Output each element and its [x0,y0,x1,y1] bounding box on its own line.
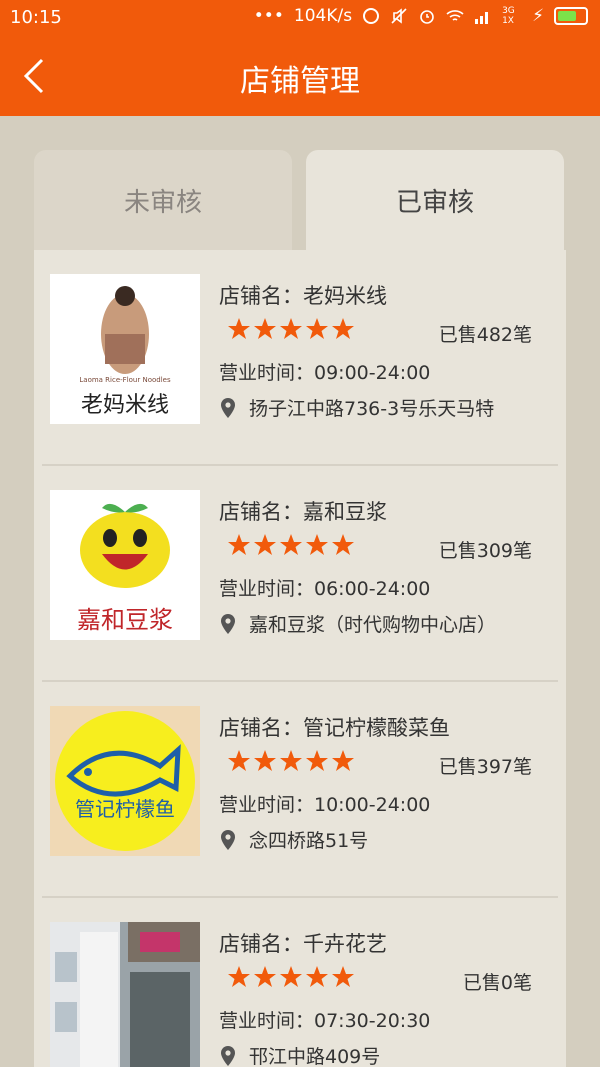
store-item[interactable]: Laoma Rice-Flour Noodles 老妈米线 店铺名：老妈米线 已… [34,250,566,466]
star-icon [228,750,250,771]
star-icon [280,750,302,771]
business-hours: 营业时间：06:00-24:00 [219,578,431,600]
star-icon [332,966,354,987]
sold-count: 已售309笔 [438,540,532,562]
logo-text: 老妈米线 [81,393,169,418]
star-icon [228,318,250,339]
rating-stars [227,965,355,989]
charging-icon: ⚡ [532,6,544,26]
alarm-icon [420,10,434,24]
store-list: Laoma Rice-Flour Noodles 老妈米线 店铺名：老妈米线 已… [34,250,566,1067]
store-logo: 嘉和豆浆 [50,490,200,640]
rating-stars [227,749,355,773]
logo-subtitle: Laoma Rice-Flour Noodles [79,376,171,384]
app-bar: 店铺管理 [0,36,600,116]
star-icon [332,534,354,555]
store-address: 邗江中路409号 [219,1042,380,1067]
store-name: 店铺名：老妈米线 [219,284,387,308]
store-address: 嘉和豆浆（时代购物中心店） [219,610,496,637]
address-text: 扬子江中路736-3号乐天马特 [249,398,495,420]
rating-stars [227,533,355,557]
store-item[interactable]: 嘉和豆浆 店铺名：嘉和豆浆 已售309笔 营业时间：06:00-24:00 嘉和… [34,466,566,682]
location-pin-icon [221,613,235,634]
tab-approved[interactable]: 已审核 [306,150,564,250]
wifi-icon [446,10,464,21]
store-name: 店铺名：管记柠檬酸菜鱼 [219,716,450,740]
mute-icon [391,8,407,24]
star-icon [306,966,328,987]
store-logo [50,922,200,1067]
store-item[interactable]: 店铺名：千卉花艺 已售0笔 营业时间：07:30-20:30 邗江中路409号 [34,898,566,1067]
star-icon [332,318,354,339]
sold-count: 已售0笔 [462,972,532,994]
store-address: 扬子江中路736-3号乐天马特 [219,394,494,421]
business-hours: 营业时间：10:00-24:00 [219,794,431,816]
store-name: 店铺名：嘉和豆浆 [219,500,387,524]
star-icon [280,318,302,339]
battery-icon [554,7,588,25]
business-hours: 营业时间：07:30-20:30 [219,1010,431,1032]
logo-text: 嘉和豆浆 [77,606,173,634]
store-address: 念四桥路51号 [219,826,368,853]
sold-count: 已售482笔 [438,324,532,346]
sold-count: 已售397笔 [438,756,532,778]
location-pin-icon [221,397,235,418]
store-logo: Laoma Rice-Flour Noodles 老妈米线 [50,274,200,424]
star-icon [280,534,302,555]
star-icon [228,534,250,555]
star-icon [254,750,276,771]
network-type: 3G 1X [502,6,515,26]
location-pin-icon [221,1045,235,1066]
star-icon [254,966,276,987]
sync-icon [363,8,380,24]
store-name: 店铺名：千卉花艺 [219,932,387,956]
star-icon [254,534,276,555]
address-text: 邗江中路409号 [249,1046,381,1067]
star-icon [254,318,276,339]
star-icon [306,318,328,339]
more-dots-icon: ••• [253,6,284,26]
signal-icon [475,12,489,24]
store-item[interactable]: 管记柠檬鱼 店铺名：管记柠檬酸菜鱼 已售397笔 营业时间：10:00-24:0… [34,682,566,898]
star-icon [306,750,328,771]
store-logo: 管记柠檬鱼 [50,706,200,856]
rating-stars [227,317,355,341]
star-icon [228,966,250,987]
star-icon [280,966,302,987]
star-icon [306,534,328,555]
address-text: 嘉和豆浆（时代购物中心店） [249,614,497,636]
address-text: 念四桥路51号 [249,830,369,852]
page-title: 店铺管理 [240,64,360,99]
network-speed: 104K/s [293,6,353,26]
tab-pending[interactable]: 未审核 [34,150,292,250]
status-icons: ••• 104K/s 3G 1X ⚡ [254,6,588,26]
status-bar: 10:15 ••• 104K/s 3G 1X ⚡ [0,0,600,36]
logo-text: 管记柠檬鱼 [75,797,175,821]
tab-bar: 未审核 已审核 [34,150,566,250]
location-pin-icon [221,829,235,850]
business-hours: 营业时间：09:00-24:00 [219,362,431,384]
star-icon [332,750,354,771]
status-time: 10:15 [10,7,62,28]
